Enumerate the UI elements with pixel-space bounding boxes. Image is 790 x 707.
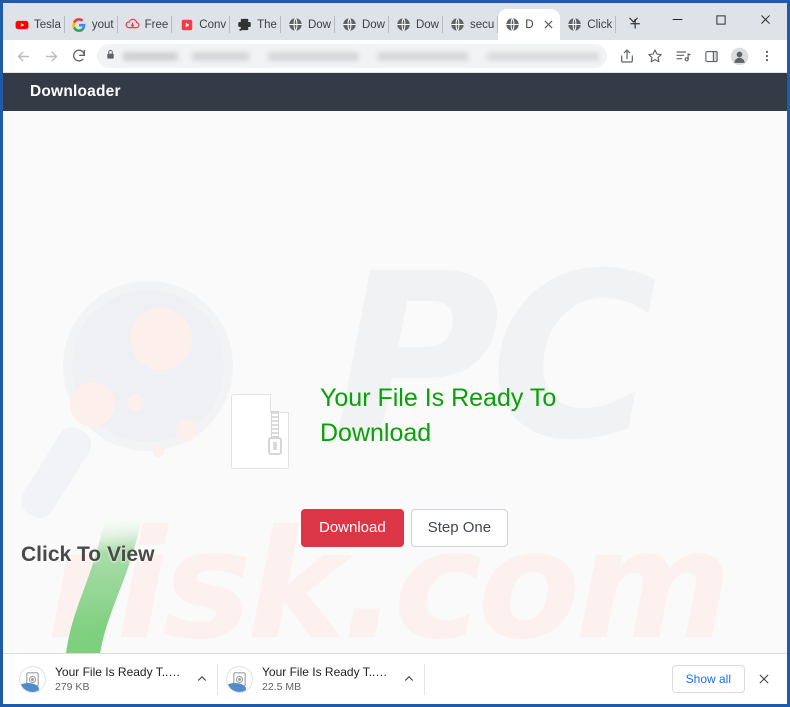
chevron-up-icon[interactable]	[399, 669, 419, 689]
cloud-download-icon	[125, 17, 140, 32]
download-item[interactable]: Your File Is Ready T....iso 279 KB	[11, 658, 218, 700]
browser-tab-10[interactable]: Click	[560, 9, 617, 40]
magnifier-decoration	[63, 281, 233, 457]
download-progress-badge	[20, 682, 39, 692]
zip-file-icon	[231, 394, 289, 469]
shelf-actions: Show all	[671, 665, 779, 693]
browser-toolbar	[3, 40, 787, 73]
browser-tab-0[interactable]: Tesla	[7, 9, 65, 40]
decor-blob	[127, 394, 144, 411]
forward-arrow-icon[interactable]	[37, 42, 65, 70]
close-shelf-icon[interactable]	[751, 666, 777, 692]
click-to-view-label: Click To View	[21, 543, 155, 566]
ready-headline: Your File Is Ready To Download	[320, 384, 557, 447]
browser-tab-2[interactable]: Free	[118, 9, 173, 40]
reading-list-icon[interactable]	[669, 42, 697, 70]
chevron-up-icon[interactable]	[192, 669, 212, 689]
download-filesize: 22.5 MB	[262, 681, 302, 693]
profile-avatar-icon[interactable]	[725, 42, 753, 70]
tab-strip: Tesla yout Free Conv The Dow Dow Dow sec…	[3, 3, 787, 40]
globe-icon	[505, 17, 520, 32]
page-content: PC risk.com Your File Is Ready To Downlo…	[3, 111, 787, 653]
tab-label: Click	[587, 18, 613, 31]
tab-label: Dow	[415, 18, 439, 31]
window-controls	[611, 3, 787, 36]
browser-tab-7[interactable]: Dow	[389, 9, 443, 40]
reload-icon[interactable]	[65, 42, 93, 70]
download-button[interactable]: Download	[301, 509, 404, 547]
video-converter-icon	[179, 17, 194, 32]
tab-label: Tesla	[34, 18, 61, 31]
browser-tab-5[interactable]: Dow	[281, 9, 335, 40]
browser-tab-1[interactable]: yout	[65, 9, 118, 40]
globe-icon	[342, 17, 357, 32]
decor-blob	[153, 446, 164, 457]
page-title: Downloader	[30, 83, 121, 100]
download-filename: Your File Is Ready T....iso	[262, 665, 390, 679]
google-icon	[72, 17, 87, 32]
site-header: Downloader	[3, 73, 787, 111]
download-meta: Your File Is Ready T....iso 22.5 MB	[262, 665, 390, 693]
zipper-pull	[268, 437, 282, 455]
three-dot-menu-icon[interactable]	[753, 42, 781, 70]
globe-icon	[450, 17, 465, 32]
tab-label: yout	[91, 18, 114, 31]
zipper-teeth	[271, 411, 279, 437]
show-all-downloads-button[interactable]: Show all	[671, 665, 745, 693]
side-panel-icon[interactable]	[697, 42, 725, 70]
tab-label: D	[525, 18, 534, 31]
download-progress-badge	[227, 682, 246, 692]
address-bar[interactable]	[97, 44, 607, 68]
iso-disc-icon	[19, 665, 46, 693]
download-filename: Your File Is Ready T....iso	[55, 665, 183, 679]
curved-down-arrow-icon	[7, 511, 217, 653]
decor-blob	[176, 420, 197, 441]
browser-tab-8[interactable]: secu	[443, 9, 499, 40]
tab-search-chevron-down-icon[interactable]	[611, 3, 655, 36]
tab-label: The	[257, 18, 277, 31]
minimize-icon[interactable]	[655, 3, 699, 36]
youtube-icon	[14, 17, 29, 32]
maximize-icon[interactable]	[699, 3, 743, 36]
download-meta: Your File Is Ready T....iso 279 KB	[55, 665, 183, 693]
browser-tab-3[interactable]: Conv	[172, 9, 230, 40]
tab-label: Conv	[199, 18, 227, 31]
tab-label: Dow	[361, 18, 385, 31]
tab-label: Free	[144, 18, 169, 31]
browser-tab-active[interactable]: D	[498, 9, 561, 40]
star-icon[interactable]	[641, 42, 669, 70]
download-item[interactable]: Your File Is Ready T....iso 22.5 MB	[218, 658, 425, 700]
share-icon[interactable]	[613, 42, 641, 70]
globe-icon	[396, 17, 411, 32]
download-shelf: Your File Is Ready T....iso 279 KB Your …	[3, 653, 787, 704]
decor-blob	[130, 308, 192, 370]
window-close-icon[interactable]	[743, 3, 787, 36]
printer-icon	[237, 17, 252, 32]
step-one-button[interactable]: Step One	[410, 509, 509, 547]
action-button-row: Download Step One	[301, 509, 509, 547]
close-icon[interactable]	[541, 17, 556, 32]
globe-icon	[567, 17, 582, 32]
page-viewport: Downloader PC risk.com Your File Is Read…	[3, 73, 787, 653]
decor-blob	[70, 382, 115, 427]
magnifier-handle-decoration	[15, 421, 97, 524]
back-arrow-icon[interactable]	[9, 42, 37, 70]
globe-icon	[288, 17, 303, 32]
iso-disc-icon	[226, 665, 253, 693]
url-text-blurred[interactable]	[123, 51, 599, 61]
tab-label: secu	[470, 18, 495, 31]
browser-window: Tesla yout Free Conv The Dow Dow Dow sec…	[0, 0, 790, 707]
tab-label: Dow	[307, 18, 331, 31]
browser-tab-4[interactable]: The	[230, 9, 281, 40]
browser-tab-6[interactable]: Dow	[335, 9, 389, 40]
site-lock-icon[interactable]	[105, 47, 116, 65]
download-filesize: 279 KB	[55, 681, 90, 693]
